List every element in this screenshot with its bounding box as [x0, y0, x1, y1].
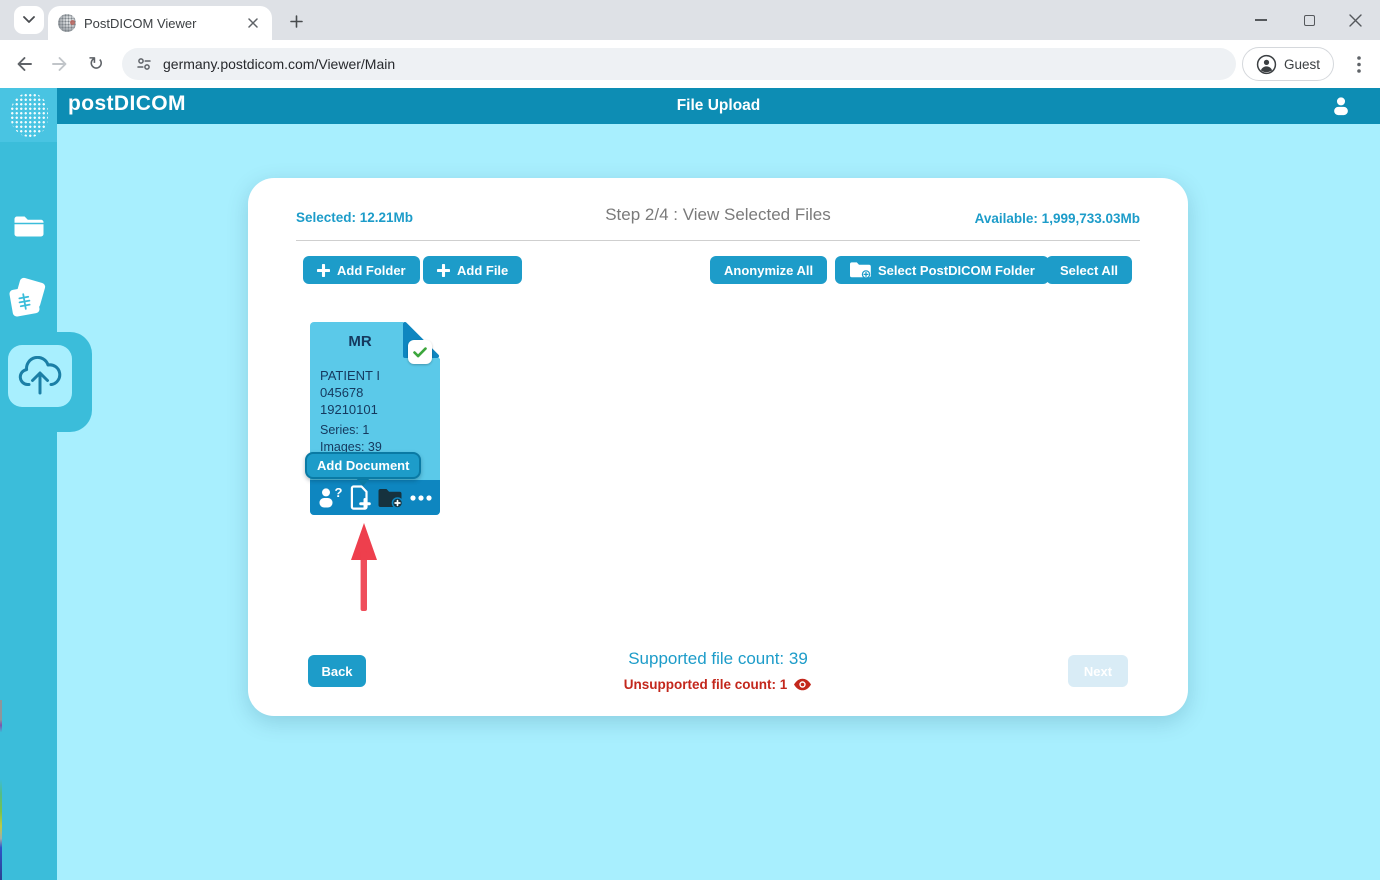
tab-close-icon[interactable] — [244, 14, 262, 32]
svg-text:?: ? — [335, 487, 343, 500]
chevron-down-icon — [23, 16, 35, 24]
postdicom-logo[interactable] — [0, 88, 57, 142]
file-upload-panel: Selected: 12.21Mb Step 2/4 : View Select… — [248, 178, 1188, 716]
sidebar-item-upload-active[interactable] — [8, 345, 72, 407]
study-images-icon — [9, 278, 49, 320]
tab-search-button[interactable] — [14, 6, 44, 34]
reload-icon: ↻ — [88, 55, 104, 74]
add-file-label: Add File — [457, 263, 508, 278]
modality-label: MR — [310, 333, 410, 350]
available-size-label: Available: 1,999,733.03Mb — [975, 211, 1140, 226]
study-checkbox-checked[interactable] — [408, 340, 432, 364]
unsupported-count-row: Unsupported file count: 1 — [248, 677, 1188, 692]
anonymize-all-label: Anonymize All — [724, 263, 813, 278]
forward-button[interactable] — [43, 47, 77, 81]
add-document-tooltip: Add Document — [305, 452, 421, 479]
study-card[interactable]: MR PATIENT I 045678 19210101 Series: 1 I… — [310, 322, 440, 515]
select-postdicom-folder-label: Select PostDICOM Folder — [878, 263, 1035, 278]
series-count: Series: 1 — [320, 422, 382, 439]
user-menu-button[interactable] — [1330, 94, 1352, 122]
site-settings-icon — [136, 56, 152, 72]
browser-tab-strip: PostDICOM Viewer — [0, 0, 1380, 40]
screen-edge-artifact — [0, 700, 2, 880]
next-label: Next — [1084, 664, 1112, 679]
profile-button[interactable]: Guest — [1242, 47, 1334, 81]
folder-plus-icon — [849, 261, 871, 279]
select-all-button[interactable]: Select All — [1046, 256, 1132, 284]
series-info: Series: 1 Images: 39 — [320, 422, 382, 456]
kebab-menu-icon — [1357, 56, 1361, 73]
window-close-button[interactable] — [1340, 6, 1370, 34]
window-minimize-button[interactable] — [1246, 6, 1276, 34]
browser-menu-button[interactable] — [1346, 51, 1372, 77]
url-text: germany.postdicom.com/Viewer/Main — [163, 56, 395, 72]
folder-icon — [13, 213, 45, 239]
window-maximize-button[interactable] — [1294, 6, 1324, 34]
plus-icon — [290, 15, 303, 28]
patient-name: PATIENT I — [320, 367, 380, 384]
sidebar-item-studies[interactable] — [0, 278, 57, 320]
study-date: 19210101 — [320, 401, 380, 418]
more-options-icon[interactable] — [410, 495, 432, 501]
anonymize-patient-icon[interactable]: ? — [318, 487, 343, 508]
add-to-folder-icon[interactable] — [377, 487, 404, 509]
tab-title: PostDICOM Viewer — [84, 16, 244, 31]
sidebar-item-folders[interactable] — [0, 213, 57, 239]
reload-button[interactable]: ↻ — [79, 47, 113, 81]
profile-label: Guest — [1284, 57, 1320, 72]
page-title: File Upload — [57, 97, 1380, 115]
patient-info: PATIENT I 045678 19210101 — [320, 367, 380, 418]
brain-logo-icon — [10, 93, 48, 137]
checkmark-icon — [413, 347, 427, 358]
add-file-button[interactable]: Add File — [423, 256, 522, 284]
select-postdicom-folder-button[interactable]: Select PostDICOM Folder — [835, 256, 1049, 284]
address-bar[interactable]: germany.postdicom.com/Viewer/Main — [122, 48, 1236, 80]
tooltip-label: Add Document — [317, 458, 409, 473]
close-icon — [1349, 14, 1362, 27]
back-button[interactable] — [7, 47, 41, 81]
eye-icon[interactable] — [793, 678, 812, 691]
postdicom-favicon — [58, 14, 76, 32]
back-arrow-icon — [14, 54, 34, 74]
minimize-icon — [1255, 19, 1267, 21]
header-divider — [296, 240, 1140, 241]
add-folder-button[interactable]: Add Folder — [303, 256, 420, 284]
new-tab-button[interactable] — [284, 9, 308, 33]
browser-toolbar: ↻ germany.postdicom.com/Viewer/Main Gues… — [0, 40, 1380, 88]
add-folder-label: Add Folder — [337, 263, 406, 278]
plus-icon — [317, 264, 330, 277]
maximize-icon — [1304, 15, 1315, 26]
plus-icon — [437, 264, 450, 277]
patient-id: 045678 — [320, 384, 380, 401]
red-annotation-arrow — [348, 523, 380, 613]
add-document-icon[interactable] — [349, 485, 372, 510]
sidebar — [0, 142, 57, 880]
cloud-upload-icon — [17, 356, 63, 396]
user-icon — [1330, 94, 1352, 117]
browser-tab[interactable]: PostDICOM Viewer — [48, 6, 272, 40]
app-content: postDICOM File Upload — [0, 88, 1380, 880]
next-button: Next — [1068, 655, 1128, 687]
study-card-toolbar: ? — [310, 480, 440, 515]
supported-count-label: Supported file count: 39 — [248, 649, 1188, 669]
anonymize-all-button[interactable]: Anonymize All — [710, 256, 827, 284]
guest-avatar-icon — [1256, 54, 1277, 75]
select-all-label: Select All — [1060, 263, 1118, 278]
unsupported-count-label: Unsupported file count: 1 — [624, 677, 788, 692]
forward-arrow-icon — [50, 54, 70, 74]
